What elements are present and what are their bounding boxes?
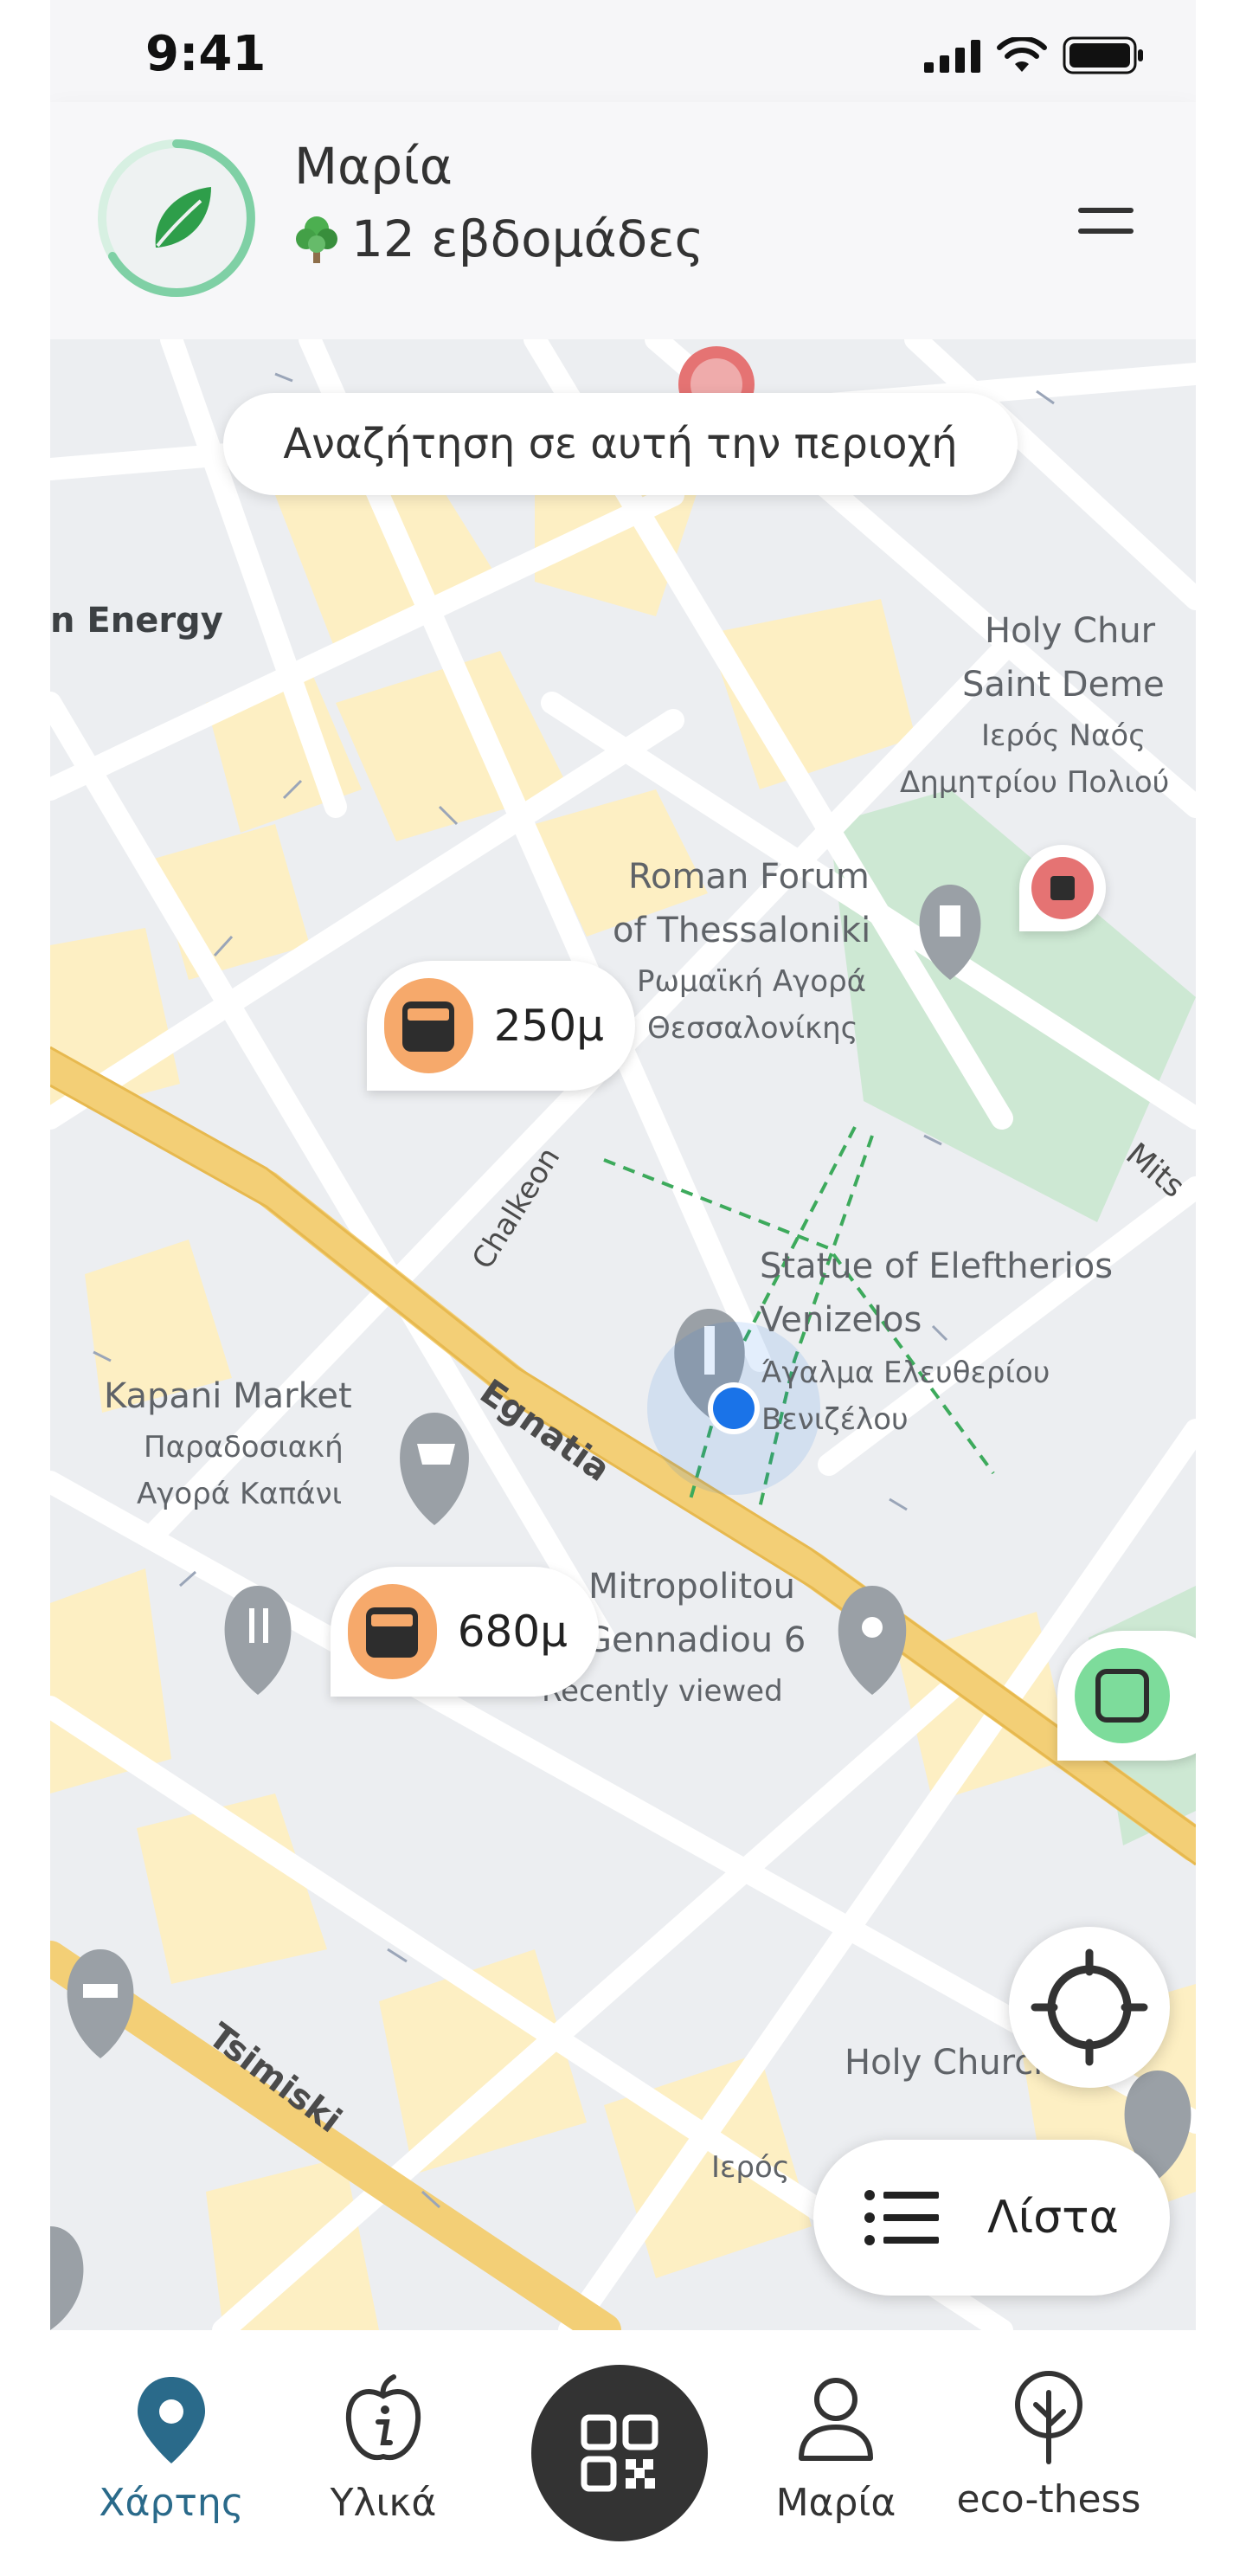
bottom-nav: Χάρτης Υλικά Μαρία eco-thess bbox=[50, 2330, 1196, 2576]
bin-icon bbox=[348, 1584, 437, 1679]
map-label-mitropolitou-1: Mitropolitou bbox=[588, 1567, 795, 1607]
menu-icon[interactable] bbox=[1075, 196, 1137, 248]
bin-distance: 250μ bbox=[493, 1001, 604, 1051]
qr-code-icon bbox=[581, 2414, 658, 2492]
app-header: Μαρία 12 εβδομάδες bbox=[50, 102, 1196, 339]
bin-icon bbox=[1075, 1648, 1170, 1743]
my-location-button[interactable] bbox=[1009, 1927, 1170, 2088]
status-bar: 9:41 bbox=[50, 0, 1196, 102]
nav-tab-materials[interactable]: Υλικά bbox=[310, 2330, 457, 2576]
map-label-kapani-1: Kapani Market bbox=[104, 1376, 352, 1416]
map-label-church-3: Ιερός Ναός bbox=[981, 718, 1146, 753]
bin-distance: 680μ bbox=[457, 1607, 568, 1657]
crosshair-icon bbox=[1031, 1948, 1148, 2066]
apple-info-icon bbox=[345, 2374, 421, 2461]
map-label-statue-2: Venizelos bbox=[760, 1300, 922, 1340]
nav-tab-label: eco-thess bbox=[956, 2477, 1141, 2521]
list-icon bbox=[864, 2190, 940, 2245]
user-name: Μαρία bbox=[294, 137, 453, 196]
map-label-kapani-3: Αγορά Καπάνι bbox=[137, 1477, 343, 1511]
nav-tab-label: Χάρτης bbox=[99, 2481, 244, 2525]
map-label-statue-3: Άγαλμα Ελευθερίου bbox=[761, 1356, 1050, 1390]
bin-marker-green[interactable] bbox=[1057, 1631, 1196, 1761]
nav-tab-label: Μαρία bbox=[775, 2481, 896, 2525]
bin-marker-680[interactable]: 680μ bbox=[331, 1567, 599, 1697]
wifi-icon bbox=[997, 37, 1047, 72]
tree-emoji-icon bbox=[296, 216, 337, 263]
nav-tab-map[interactable]: Χάρτης bbox=[85, 2330, 258, 2576]
map-label-mitropolitou-2: Gennadiou 6 bbox=[585, 1620, 806, 1660]
map-label-church-1: Holy Chur bbox=[985, 611, 1156, 651]
bin-marker-250[interactable]: 250μ bbox=[367, 961, 635, 1091]
map-label-forum-3: Ρωμαϊκή Αγορά bbox=[637, 964, 867, 999]
nav-tab-profile[interactable]: Μαρία bbox=[758, 2330, 914, 2576]
battery-icon bbox=[1063, 36, 1143, 74]
tree-icon bbox=[1015, 2371, 1082, 2464]
map-label-energy: n Energy bbox=[50, 601, 223, 641]
qr-scan-button[interactable] bbox=[531, 2365, 708, 2541]
cellular-signal-icon bbox=[924, 40, 980, 73]
user-progress-avatar[interactable] bbox=[95, 137, 258, 299]
map-label-kapani-2: Παραδοσιακή bbox=[144, 1430, 344, 1465]
list-view-button[interactable]: Λίστα bbox=[813, 2140, 1170, 2296]
nav-tab-eco-thess[interactable]: eco-thess bbox=[945, 2330, 1153, 2576]
map-label-church-2: Saint Deme bbox=[962, 665, 1165, 705]
search-this-area-button[interactable]: Αναζήτηση σε αυτή την περιοχή bbox=[223, 393, 1018, 495]
map-view[interactable]: n Energy Holy Chur Saint Deme Ιερός Ναός… bbox=[50, 339, 1196, 2330]
map-label-forum-4: Θεσσαλονίκης bbox=[647, 1011, 858, 1046]
nav-tab-label: Υλικά bbox=[330, 2481, 437, 2525]
map-label-forum-1: Roman Forum bbox=[628, 857, 870, 897]
status-time: 9:41 bbox=[145, 26, 267, 82]
streak-label: 12 εβδομάδες bbox=[351, 209, 704, 268]
map-pin-icon bbox=[138, 2377, 205, 2463]
phone-screen: 9:41 Μαρία 12 εβδομάδες n Energy Holy Ch… bbox=[50, 0, 1196, 2576]
user-icon bbox=[799, 2378, 873, 2461]
map-label-forum-2: of Thessaloniki bbox=[613, 911, 871, 950]
bin-icon bbox=[1031, 857, 1094, 919]
status-icons bbox=[924, 36, 1146, 74]
bin-marker-red[interactable] bbox=[1019, 845, 1106, 931]
bin-icon bbox=[384, 978, 473, 1073]
map-label-ieros: Ιερός bbox=[711, 2150, 790, 2185]
map-label-statue-4: Βενιζέλου bbox=[761, 1402, 909, 1437]
list-button-label: Λίστα bbox=[987, 2192, 1119, 2244]
map-label-church-4: Δημητρίου Πολιού bbox=[900, 765, 1170, 800]
map-label-statue-1: Statue of Eleftherios bbox=[760, 1246, 1114, 1286]
streak: 12 εβδομάδες bbox=[294, 209, 704, 268]
